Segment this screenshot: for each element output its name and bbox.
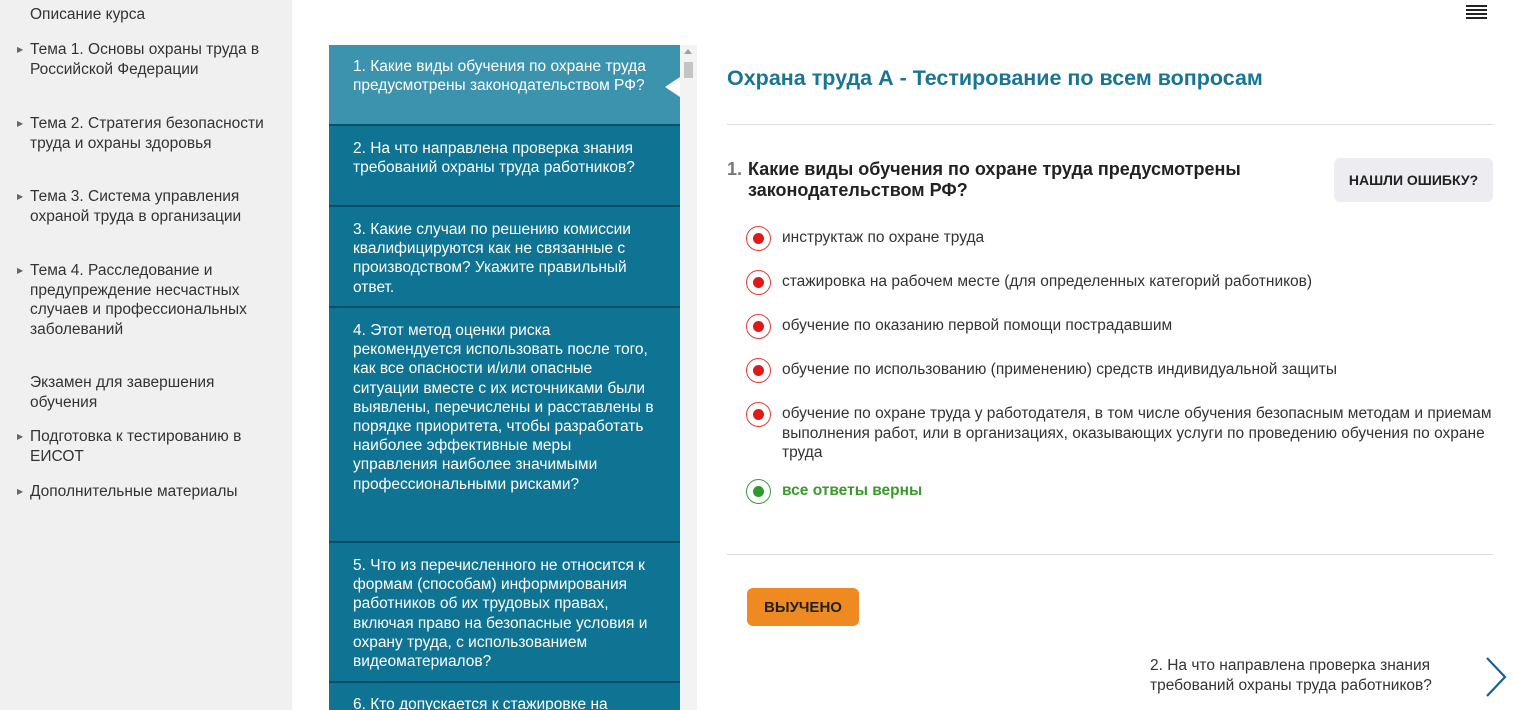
divider	[727, 554, 1493, 555]
sidebar-item-topic-1[interactable]: ▶ Тема 1. Основы охраны труда в Российск…	[17, 40, 280, 79]
divider	[727, 124, 1493, 125]
scrollbar-thumb[interactable]	[684, 62, 693, 78]
question-list-item[interactable]: 5. Что из перечисленного не относится к …	[329, 543, 680, 683]
expand-arrow-icon: ▶	[17, 45, 24, 54]
sidebar-item-additional-materials[interactable]: ▶ Дополнительные материалы	[17, 482, 280, 502]
question-number: 1.	[727, 159, 743, 179]
expand-arrow-icon: ▶	[17, 266, 24, 275]
expand-arrow-icon: ▶	[17, 119, 24, 128]
report-error-button[interactable]: НАШЛИ ОШИБКУ?	[1334, 158, 1493, 202]
expand-arrow-icon: ▶	[17, 487, 24, 496]
sidebar-item-final-exam[interactable]: Экзамен для завершения обучения	[30, 373, 280, 412]
next-question-link[interactable]: 2. На что направлена проверка знания тре…	[1150, 656, 1480, 696]
radio-incorrect-icon[interactable]	[746, 358, 771, 383]
radio-incorrect-icon[interactable]	[746, 270, 771, 295]
sidebar-item-topic-2[interactable]: ▶ Тема 2. Стратегия безопасности труда и…	[17, 114, 280, 153]
sidebar-item-course-description[interactable]: Описание курса	[30, 5, 280, 25]
question-list-item[interactable]: 4. Этот метод оценки риска рекомендуется…	[329, 308, 680, 543]
expand-arrow-icon: ▶	[17, 432, 24, 441]
question-list-item[interactable]: 2. На что направлена проверка знания тре…	[329, 126, 680, 207]
radio-correct-icon[interactable]	[746, 479, 771, 504]
question-list-item[interactable]: 3. Какие случаи по решению комиссии квал…	[329, 207, 680, 308]
question-list-scrollbar[interactable]	[680, 45, 697, 710]
question-list: 1. Какие виды обучения по охране труда п…	[329, 45, 680, 710]
sidebar-item-eisot-prep[interactable]: ▶ Подготовка к тестированию в ЕИСОТ	[17, 427, 280, 466]
question-list-item[interactable]: 6. Кто допускается к стажировке на	[329, 683, 680, 710]
learned-button[interactable]: ВЫУЧЕНО	[747, 588, 859, 626]
course-sidebar: Описание курса ▶ Тема 1. Основы охраны т…	[0, 0, 292, 710]
scroll-up-arrow-icon[interactable]	[684, 49, 692, 54]
question-list-item[interactable]: 1. Какие виды обучения по охране труда п…	[329, 45, 680, 126]
sidebar-item-topic-3[interactable]: ▶ Тема 3. Система управления охраной тру…	[17, 187, 280, 226]
page-title: Охрана труда А - Тестирование по всем во…	[727, 66, 1263, 90]
question-text: Какие виды обучения по охране труда пред…	[748, 159, 1241, 200]
radio-incorrect-icon[interactable]	[746, 314, 771, 339]
chevron-right-icon[interactable]	[1480, 655, 1510, 699]
radio-incorrect-icon[interactable]	[746, 226, 771, 251]
active-item-pointer	[665, 77, 680, 97]
expand-arrow-icon: ▶	[17, 192, 24, 201]
sidebar-item-topic-4[interactable]: ▶ Тема 4. Расследование и предупреждение…	[17, 261, 280, 339]
radio-incorrect-icon[interactable]	[746, 402, 771, 427]
hamburger-menu-icon[interactable]	[1466, 5, 1487, 21]
